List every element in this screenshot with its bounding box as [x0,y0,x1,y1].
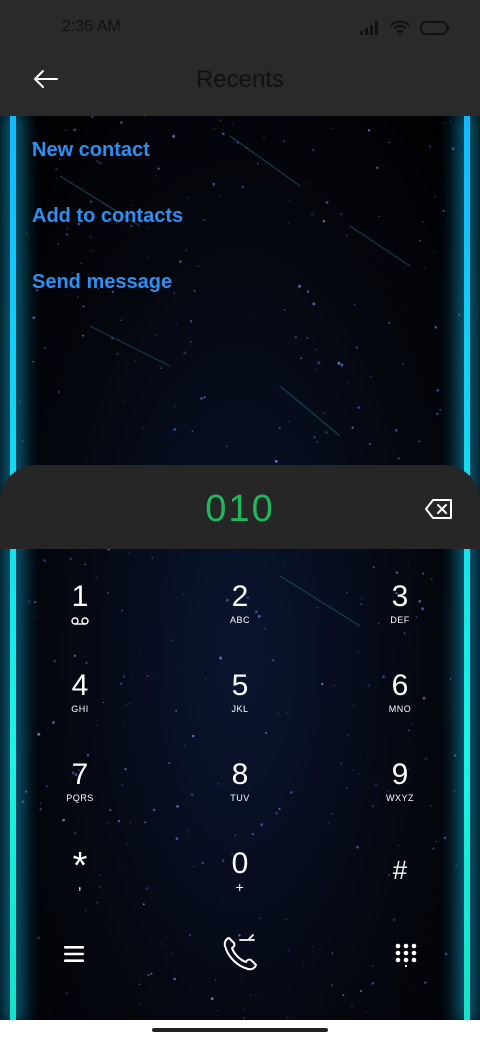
system-nav-bar [0,1020,480,1040]
dialpad-icon [395,943,417,967]
call-button[interactable] [214,928,266,980]
wifi-icon [390,20,410,36]
status-time: 2:36 AM [62,18,121,35]
menu-button[interactable] [54,935,94,973]
status-icons [360,18,450,38]
top-bar: 2:36 AM Recents [0,0,480,116]
key-letters: MNO [388,704,412,714]
key-digit: 2 [231,580,249,613]
key-letters: DEF [390,615,410,625]
menu-icon [64,946,84,962]
key-hash[interactable]: # [340,853,460,933]
new-contact-link[interactable]: New contact [32,139,150,162]
add-to-contacts-link[interactable]: Add to contacts [32,205,183,228]
key-1[interactable]: 1 [20,580,140,660]
key-0[interactable]: 0 + [180,847,300,927]
battery-icon [420,21,449,35]
key-digit: 8 [231,758,249,791]
key-letters: ABC [229,615,250,625]
dialpad-toggle-button[interactable] [386,935,426,975]
key-digit: 6 [391,669,409,702]
home-gesture-pill[interactable] [152,1028,328,1032]
send-message-link[interactable]: Send message [32,271,172,294]
key-digit: 9 [391,758,409,791]
key-3[interactable]: 3 DEF [340,580,460,660]
key-9[interactable]: 9 WXYZ [340,758,460,838]
key-digit: 1 [71,580,89,613]
backspace-button[interactable] [424,496,454,522]
key-star[interactable]: * , [20,847,140,930]
key-digit: 4 [71,669,89,702]
key-2[interactable]: 2 ABC [180,580,300,660]
key-5[interactable]: 5 JKL [180,669,300,749]
key-letters: PQRS [66,793,94,803]
call-icon [223,934,257,971]
key-digit: 7 [71,758,89,791]
key-letters: TUV [230,793,250,803]
key-digit: 3 [391,580,409,613]
backspace-icon [425,499,452,519]
dialed-number: 010 [205,488,275,530]
key-4[interactable]: 4 GHI [20,669,140,749]
key-letters: , [77,876,83,893]
key-letters: GHI [71,704,89,714]
key-letters: JKL [231,704,249,714]
key-letters: + [235,879,245,895]
page-title: Recents [195,66,285,93]
key-6[interactable]: 6 MNO [340,669,460,749]
key-digit: # [392,855,408,885]
key-digit: 0 [231,847,249,880]
key-7[interactable]: 7 PQRS [20,758,140,838]
key-8[interactable]: 8 TUV [180,758,300,838]
voicemail-icon [71,617,89,625]
key-digit: 5 [231,669,249,702]
key-letters: WXYZ [386,793,414,803]
signal-icon [360,21,378,35]
